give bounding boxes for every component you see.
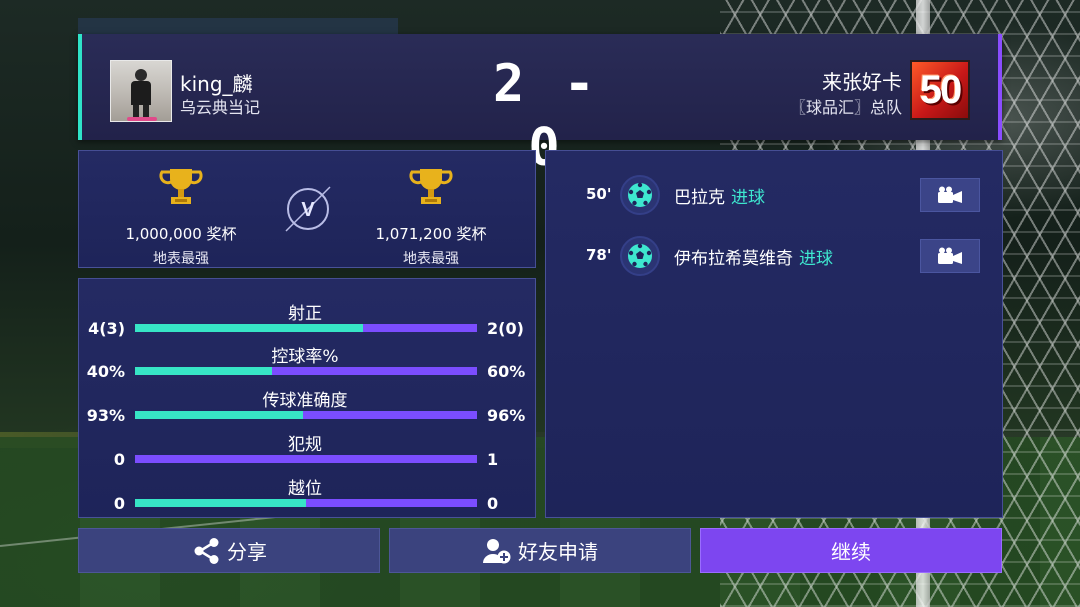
continue-button[interactable]: 继续 [700, 528, 1002, 573]
stat-bar [135, 411, 477, 419]
stat-home-value: 0 [113, 494, 125, 513]
stat-home-value: 0 [113, 450, 125, 469]
stat-away-value: 1 [487, 450, 499, 469]
stat-bar-home [135, 367, 272, 375]
event-player: 伊布拉希莫维奇 [674, 249, 793, 269]
stat-label: 越位 [288, 479, 322, 499]
stat-bar [135, 455, 477, 463]
home-club-name: 乌云典当记 [180, 98, 261, 117]
stat-row: 犯规 0 1 [79, 430, 537, 474]
away-player-name: 来张好卡 [822, 70, 902, 94]
versus-icon: V [285, 186, 331, 232]
home-trophy-count: 1,000,000 奖杯 [125, 225, 237, 243]
continue-label: 继续 [831, 540, 871, 564]
event-row: 50' 巴拉克 进球 [546, 173, 1002, 217]
home-player-name: king_麟 [180, 72, 253, 96]
trophy-icon [409, 169, 453, 204]
event-description: 巴拉克 进球 [674, 183, 765, 208]
away-club-name: 〖球品汇〗总队 [789, 98, 902, 117]
trophy-icon [159, 169, 203, 204]
stat-bar [135, 367, 477, 375]
event-minute: 50' [586, 185, 612, 203]
match-header: king_麟 乌云典当记 2 - 0 来张好卡 〖球品汇〗总队 50 [78, 34, 1002, 178]
away-trophies: 1,071,200 奖杯 地表最强 [351, 167, 511, 268]
stat-label: 控球率% [271, 347, 339, 367]
stat-away-value: 2(0) [487, 319, 524, 338]
event-type: 进球 [799, 249, 833, 269]
stat-row: 控球率% 40% 60% [79, 342, 537, 386]
trophies-panel: 1,000,000 奖杯 地表最强 V 1,071,200 奖杯 地表最强 [78, 150, 536, 268]
match-events-panel: 50' 巴拉克 进球 78' 伊布拉希莫维奇 进球 [545, 150, 1003, 518]
stat-label: 传球准确度 [262, 391, 348, 411]
event-description: 伊布拉希莫维奇 进球 [674, 244, 833, 269]
stat-home-value: 40% [86, 362, 125, 381]
video-camera-icon [938, 247, 962, 264]
away-trophy-count: 1,071,200 奖杯 [375, 225, 487, 243]
friend-request-button[interactable]: 好友申请 [389, 528, 691, 573]
event-type: 进球 [731, 188, 765, 208]
video-replay-button[interactable] [920, 239, 980, 273]
stat-home-value: 93% [86, 406, 125, 425]
final-score: 2 - 0 [493, 54, 599, 178]
stat-bar-home [135, 499, 306, 507]
stat-bar [135, 499, 477, 507]
versus-label: V [301, 199, 315, 221]
home-avatar [110, 60, 172, 122]
share-label: 分享 [227, 540, 267, 564]
soccer-ball-icon [620, 175, 660, 215]
stat-bar [135, 324, 477, 332]
home-trophies: 1,000,000 奖杯 地表最强 [101, 167, 261, 268]
stat-bar-home [135, 324, 364, 332]
share-icon [191, 536, 221, 566]
home-division: 地表最强 [153, 251, 209, 267]
away-team-badge: 50 [910, 60, 970, 120]
soccer-ball-icon [620, 236, 660, 276]
event-player: 巴拉克 [674, 188, 725, 208]
stat-home-value: 4(3) [88, 319, 125, 338]
stat-row: 传球准确度 93% 96% [79, 386, 537, 430]
stat-away-value: 60% [487, 362, 526, 381]
stat-label: 犯规 [288, 435, 322, 455]
event-minute: 78' [586, 246, 612, 264]
event-row: 78' 伊布拉希莫维奇 进球 [546, 234, 1002, 278]
match-stats-panel: 射正 4(3) 2(0) 控球率% 40% 60% 传球准确度 93% 96% … [78, 278, 536, 518]
friend-request-label: 好友申请 [518, 540, 598, 564]
stat-label: 射正 [288, 304, 322, 324]
stat-row: 射正 4(3) 2(0) [79, 299, 537, 343]
stat-away-value: 96% [487, 406, 526, 425]
share-button[interactable]: 分享 [78, 528, 380, 573]
video-replay-button[interactable] [920, 178, 980, 212]
stat-away-value: 0 [487, 494, 499, 513]
away-division: 地表最强 [403, 251, 459, 267]
add-friend-icon [482, 537, 512, 565]
video-camera-icon [938, 186, 962, 203]
stat-row: 越位 0 0 [79, 474, 537, 518]
stat-bar-home [135, 411, 303, 419]
